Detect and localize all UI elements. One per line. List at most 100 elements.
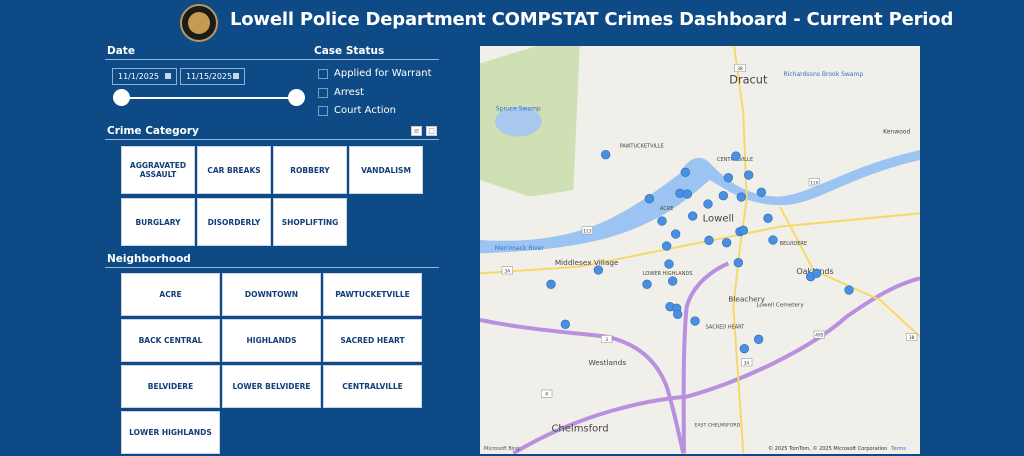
date-slider-start-handle[interactable] <box>113 89 130 106</box>
crime-marker[interactable] <box>739 343 749 354</box>
crime-marker[interactable] <box>668 276 678 286</box>
end-date-input[interactable]: 11/15/2025 <box>180 68 245 85</box>
route-shield: 4 <box>541 389 553 398</box>
crime-marker[interactable] <box>682 189 692 199</box>
crime-marker[interactable] <box>844 285 854 295</box>
crime-tile-disorderly[interactable]: DISORDERLY <box>197 198 271 246</box>
neighborhood-tile-centralville[interactable]: CENTRALVILLE <box>323 365 422 408</box>
route-shield: 3 <box>601 335 613 343</box>
divider <box>105 139 439 140</box>
crime-marker[interactable] <box>704 235 714 245</box>
calendar-icon[interactable] <box>233 73 239 79</box>
map-label: LOWER HIGHLANDS <box>643 271 693 277</box>
crime-marker[interactable] <box>688 211 698 221</box>
crime-marker[interactable] <box>664 259 674 269</box>
divider <box>105 267 439 268</box>
calendar-icon[interactable] <box>165 73 171 79</box>
neighborhood-tile-pawtucketville[interactable]: PAWTUCKETVILLE <box>323 273 422 316</box>
crime-marker[interactable] <box>657 216 667 226</box>
checkbox-applied-for-warrant[interactable]: Applied for Warrant <box>318 68 432 79</box>
map-label: Dracut <box>729 72 768 86</box>
crime-marker[interactable] <box>736 192 746 202</box>
map-label: Merrimack River <box>495 245 545 252</box>
route-shield: 38 <box>906 333 918 341</box>
crime-marker[interactable] <box>680 167 690 177</box>
crime-marker[interactable] <box>703 199 713 209</box>
filter-icon[interactable]: ≡ <box>411 126 422 136</box>
crime-marker[interactable] <box>768 235 778 245</box>
crime-marker[interactable] <box>738 225 748 235</box>
start-date-input[interactable]: 11/1/2025 <box>112 68 177 85</box>
crime-marker[interactable] <box>754 334 764 344</box>
divider <box>307 59 439 60</box>
checkbox-arrest[interactable]: Arrest <box>318 87 364 98</box>
map-label: Westlands <box>588 358 626 367</box>
neighborhood-tile-downtown[interactable]: DOWNTOWN <box>222 273 321 316</box>
crime-marker[interactable] <box>744 170 754 180</box>
end-date-value: 11/15/2025 <box>186 72 233 81</box>
date-slider-track[interactable] <box>121 97 297 99</box>
crime-marker[interactable] <box>546 279 556 289</box>
checkbox-icon[interactable] <box>318 68 328 79</box>
crime-marker[interactable] <box>644 194 654 204</box>
crime-marker[interactable] <box>593 265 603 275</box>
checkbox-label: Applied for Warrant <box>334 68 432 79</box>
crime-marker[interactable] <box>673 309 683 319</box>
crime-marker[interactable] <box>671 229 681 239</box>
crime-marker[interactable] <box>560 319 570 329</box>
crime-tile-vandalism[interactable]: VANDALISM <box>349 146 423 194</box>
clear-filter-icon[interactable]: □ <box>426 126 437 136</box>
department-logo <box>180 4 218 42</box>
crime-map[interactable]: Dracut Richardsons Brook Swamp Spruce Swam… <box>480 46 920 454</box>
date-label: Date <box>107 45 135 57</box>
terms-link[interactable]: Terms <box>891 446 906 452</box>
checkbox-icon[interactable] <box>318 87 328 98</box>
checkbox-icon[interactable] <box>318 105 328 116</box>
neighborhood-tile-lower-belvidere[interactable]: LOWER BELVIDERE <box>222 365 321 408</box>
neighborhood-tile-lower-highlands[interactable]: LOWER HIGHLANDS <box>121 411 220 454</box>
crime-marker[interactable] <box>756 187 766 197</box>
crime-marker[interactable] <box>723 173 733 183</box>
map-label: BELVIDERE <box>780 241 807 247</box>
route-shield-label: 495 <box>815 333 824 339</box>
divider <box>105 59 307 60</box>
crime-marker[interactable] <box>662 241 672 251</box>
crime-tile-car-breaks[interactable]: CAR BREAKS <box>197 146 271 194</box>
crime-marker[interactable] <box>642 279 652 289</box>
crime-marker[interactable] <box>690 316 700 326</box>
neighborhood-label: Neighborhood <box>107 253 191 265</box>
crime-marker[interactable] <box>718 191 728 201</box>
crime-marker[interactable] <box>763 213 773 223</box>
crime-tile-robbery[interactable]: ROBBERY <box>273 146 347 194</box>
crime-tile-shoplifting[interactable]: SHOPLIFTING <box>273 198 347 246</box>
neighborhood-tile-sacred-heart[interactable]: SACRED HEART <box>323 319 422 362</box>
map-label: Middlesex Village <box>555 258 619 267</box>
case-status-label: Case Status <box>314 45 385 57</box>
crime-category-label: Crime Category <box>107 125 199 137</box>
map-label: Bleachery <box>728 295 765 304</box>
crime-marker[interactable] <box>722 238 732 248</box>
crime-tile-burglary[interactable]: BURGLARY <box>121 198 195 246</box>
crime-marker[interactable] <box>812 268 822 278</box>
map-label: SACRED HEART <box>706 324 746 330</box>
crime-tile-aggravated-assault[interactable]: AGGRAVATED ASSAULT <box>121 146 195 194</box>
neighborhood-tile-back-central[interactable]: BACK CENTRAL <box>121 319 220 362</box>
route-shield-label: 3A <box>744 360 750 366</box>
neighborhood-tile-acre[interactable]: ACRE <box>121 273 220 316</box>
checkbox-court-action[interactable]: Court Action <box>318 105 396 116</box>
crime-marker[interactable] <box>731 151 741 161</box>
route-shield-label: 38 <box>909 335 915 341</box>
route-shield: 38 <box>734 64 746 72</box>
neighborhood-tile-belvidere[interactable]: BELVIDERE <box>121 365 220 408</box>
crime-marker[interactable] <box>601 150 611 160</box>
map-canvas[interactable]: Dracut Richardsons Brook Swamp Spruce Swam… <box>480 46 920 454</box>
map-label: ACRE <box>660 206 673 212</box>
route-shield-label: 110 <box>810 180 819 186</box>
page-title: Lowell Police Department COMPSTAT Crimes… <box>230 9 954 30</box>
date-slider-end-handle[interactable] <box>288 89 305 106</box>
route-shield-label: 4 <box>545 392 548 398</box>
route-shield-label: 38 <box>737 66 743 72</box>
crime-marker[interactable] <box>733 257 743 268</box>
route-shield: 3A <box>501 266 513 274</box>
neighborhood-tile-highlands[interactable]: HIGHLANDS <box>222 319 321 362</box>
